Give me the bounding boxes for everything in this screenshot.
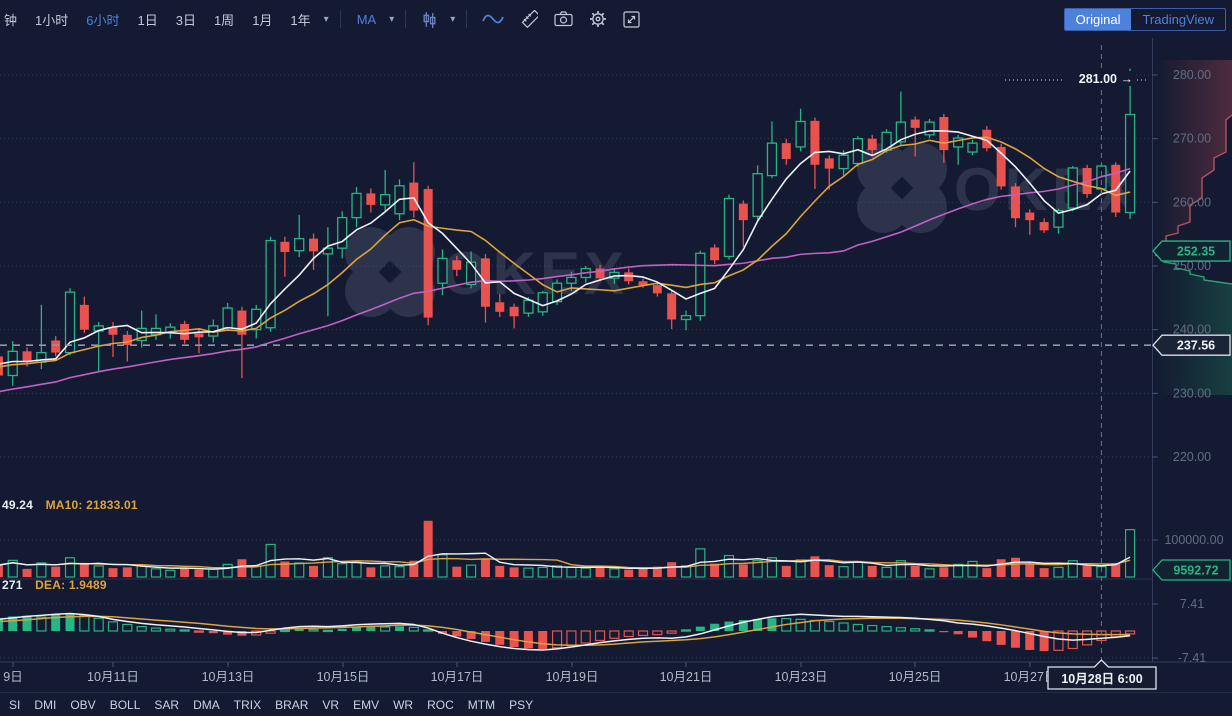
fullscreen-icon [623, 11, 640, 28]
fullscreen-button[interactable] [615, 11, 648, 28]
indicator-WR[interactable]: WR [386, 698, 420, 712]
macd-layer [0, 614, 1135, 652]
timeframe-1日[interactable]: 1日 [128, 10, 166, 29]
chart-toolbar: 钟1小时6小时1日3日1周1月1年▾MA▾ ▾ OriginalTradingV… [0, 0, 1232, 38]
ruler-button[interactable] [512, 10, 546, 28]
candlestick-icon [421, 11, 438, 28]
svg-text:10月23日: 10月23日 [775, 670, 828, 684]
camera-button[interactable] [546, 11, 581, 27]
svg-text:10月15日: 10月15日 [317, 670, 370, 684]
axes: 280.00270.00260.00250.00240.00230.00220.… [0, 38, 1232, 684]
indicator-EMV[interactable]: EMV [346, 698, 386, 712]
indicator-ROC[interactable]: ROC [420, 698, 461, 712]
indicator-MTM[interactable]: MTM [461, 698, 502, 712]
indicator-BRAR[interactable]: BRAR [268, 698, 315, 712]
ma-indicator-button[interactable]: MA [348, 12, 386, 27]
toolbar-divider [405, 10, 406, 28]
indicator-TRIX[interactable]: TRIX [227, 698, 268, 712]
indicator-DMI[interactable]: DMI [27, 698, 63, 712]
svg-text:10月21日: 10月21日 [660, 670, 713, 684]
svg-text:10月25日: 10月25日 [889, 670, 942, 684]
timeframe-1小时[interactable]: 1小时 [26, 10, 77, 29]
gear-button[interactable] [581, 10, 615, 28]
view-option-tradingview[interactable]: TradingView [1131, 9, 1225, 30]
indicator-BOLL[interactable]: BOLL [103, 698, 148, 712]
ma-caret[interactable]: ▾ [385, 14, 398, 25]
timeframe-1年[interactable]: 1年 [281, 10, 319, 29]
camera-icon [554, 11, 573, 27]
crosshair-price-badge-text: 237.56 [1177, 339, 1215, 353]
chart-area: OKEXOKEX281.00 →280.00270.00260.00250.00… [0, 38, 1232, 692]
svg-text:10月13日: 10月13日 [202, 670, 255, 684]
volume-layer [0, 521, 1135, 577]
svg-text:280.00: 280.00 [1173, 68, 1211, 82]
indicator-VR[interactable]: VR [315, 698, 346, 712]
indicator-SAR[interactable]: SAR [147, 698, 186, 712]
volume-value-badge-text: 9592.72 [1173, 564, 1218, 578]
indicator-PSY[interactable]: PSY [502, 698, 540, 712]
timeframe-1周[interactable]: 1周 [205, 10, 243, 29]
trading-chart-app: 钟1小时6小时1日3日1周1月1年▾MA▾ ▾ OriginalTradingV… [0, 0, 1232, 716]
svg-text:100000.00: 100000.00 [1164, 533, 1223, 547]
okex-watermark: OKEXOKEX [345, 143, 1140, 317]
chart-tools-group: ▾ [398, 10, 648, 28]
timeframe-钟[interactable]: 钟 [2, 10, 26, 29]
svg-text:10月17日: 10月17日 [431, 670, 484, 684]
view-mode-toggle: OriginalTradingView [1064, 8, 1226, 31]
indicator-DMA[interactable]: DMA [186, 698, 227, 712]
indicator-bar: SIDMIOBVBOLLSARDMATRIXBRARVREMVWRROCMTMP… [0, 692, 1232, 716]
timeframe-6小时[interactable]: 6小时 [77, 10, 128, 29]
candlestick-button[interactable] [413, 11, 446, 28]
toolbar-divider [466, 10, 467, 28]
toolbar-divider [340, 10, 341, 28]
timeframe-more-caret[interactable]: ▾ [320, 14, 333, 25]
crosshair-date-text: 10月28日 6:00 [1061, 672, 1142, 686]
svg-text:220.00: 220.00 [1173, 450, 1211, 464]
high-price-marker: 281.00 → [1079, 72, 1133, 86]
last-price-badge-text: 252.35 [1177, 245, 1215, 259]
timeframe-3日[interactable]: 3日 [167, 10, 205, 29]
timeframe-1月[interactable]: 1月 [243, 10, 281, 29]
timeframe-group: 钟1小时6小时1日3日1周1月1年▾MA▾ [2, 10, 398, 29]
wave-button[interactable] [474, 12, 512, 26]
svg-text:9日: 9日 [3, 670, 22, 684]
indicator-SI[interactable]: SI [2, 698, 27, 712]
gear-icon [589, 10, 607, 28]
wave-icon [482, 12, 504, 26]
view-option-original[interactable]: Original [1065, 9, 1132, 30]
svg-text:270.00: 270.00 [1173, 132, 1211, 146]
chart-canvas[interactable]: OKEXOKEX281.00 →280.00270.00260.00250.00… [0, 38, 1232, 692]
svg-text:-7.41: -7.41 [1178, 651, 1207, 665]
ruler-icon [520, 10, 538, 28]
svg-text:7.41: 7.41 [1180, 597, 1204, 611]
svg-text:260.00: 260.00 [1173, 195, 1211, 209]
svg-text:10月19日: 10月19日 [546, 670, 599, 684]
candles-layer [0, 69, 1135, 386]
svg-text:10月11日: 10月11日 [87, 670, 139, 684]
svg-text:230.00: 230.00 [1173, 386, 1211, 400]
chart-type-caret[interactable]: ▾ [446, 14, 459, 25]
indicator-OBV[interactable]: OBV [63, 698, 102, 712]
